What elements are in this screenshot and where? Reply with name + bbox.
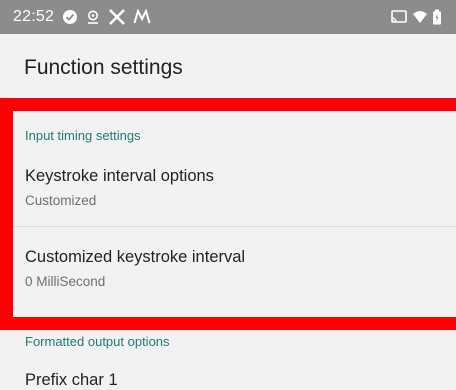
- status-bar: 22:52: [0, 0, 456, 34]
- page-title: Function settings: [24, 56, 183, 79]
- status-time: 22:52: [13, 8, 55, 25]
- battery-icon: [432, 8, 442, 26]
- cast-icon: [390, 8, 408, 26]
- section-header-formatted-output: Formatted output options: [25, 334, 170, 349]
- m-logo-icon: [133, 8, 151, 26]
- location-icon: [85, 8, 101, 26]
- app-bar: Function settings: [0, 34, 456, 100]
- highlight-box: [0, 98, 456, 330]
- status-notification-icons: [62, 8, 151, 26]
- x-logo-icon: [108, 8, 126, 26]
- wifi-icon: [412, 8, 428, 26]
- prefix-char-1-title: Prefix char 1: [25, 371, 118, 389]
- check-circle-icon: [62, 8, 78, 26]
- status-system-icons: [390, 8, 442, 26]
